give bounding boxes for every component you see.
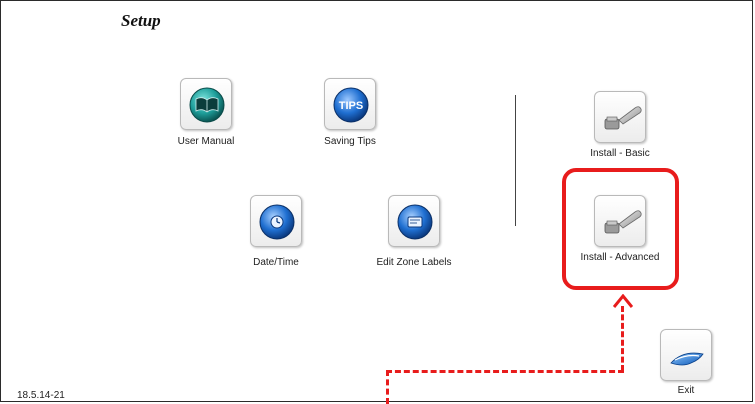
arrow-up-icon: [613, 294, 633, 308]
exit-button[interactable]: [660, 329, 712, 381]
date-time-label: Date/Time: [253, 257, 299, 268]
arrow-line-vertical-lower: [386, 370, 389, 404]
user-manual-label: User Manual: [177, 136, 235, 147]
user-manual-button[interactable]: [180, 78, 232, 130]
highlight-box: [562, 168, 679, 290]
edit-zone-labels-label: Edit Zone Labels: [376, 257, 452, 268]
zone-label-icon: [397, 204, 433, 240]
saving-tips-label: Saving Tips: [324, 136, 376, 147]
arrow-line-vertical: [621, 306, 624, 371]
date-time-button[interactable]: [250, 195, 302, 247]
arrow-line-horizontal: [386, 370, 624, 373]
vertical-divider: [515, 95, 516, 226]
svg-text:TIPS: TIPS: [339, 100, 363, 112]
exit-icon: [670, 352, 704, 366]
saving-tips-button[interactable]: TIPS: [324, 78, 376, 130]
page-title: Setup: [121, 11, 161, 30]
tips-icon: TIPS: [333, 87, 369, 123]
edit-zone-labels-button[interactable]: [388, 195, 440, 247]
exit-label: Exit: [677, 385, 695, 396]
version-text: 18.5.14-21: [17, 390, 65, 401]
wrench-icon: [604, 106, 642, 130]
clock-icon: [259, 204, 295, 240]
install-basic-button[interactable]: [594, 91, 646, 143]
install-basic-label: Install - Basic: [590, 148, 650, 159]
book-icon: [189, 87, 225, 123]
